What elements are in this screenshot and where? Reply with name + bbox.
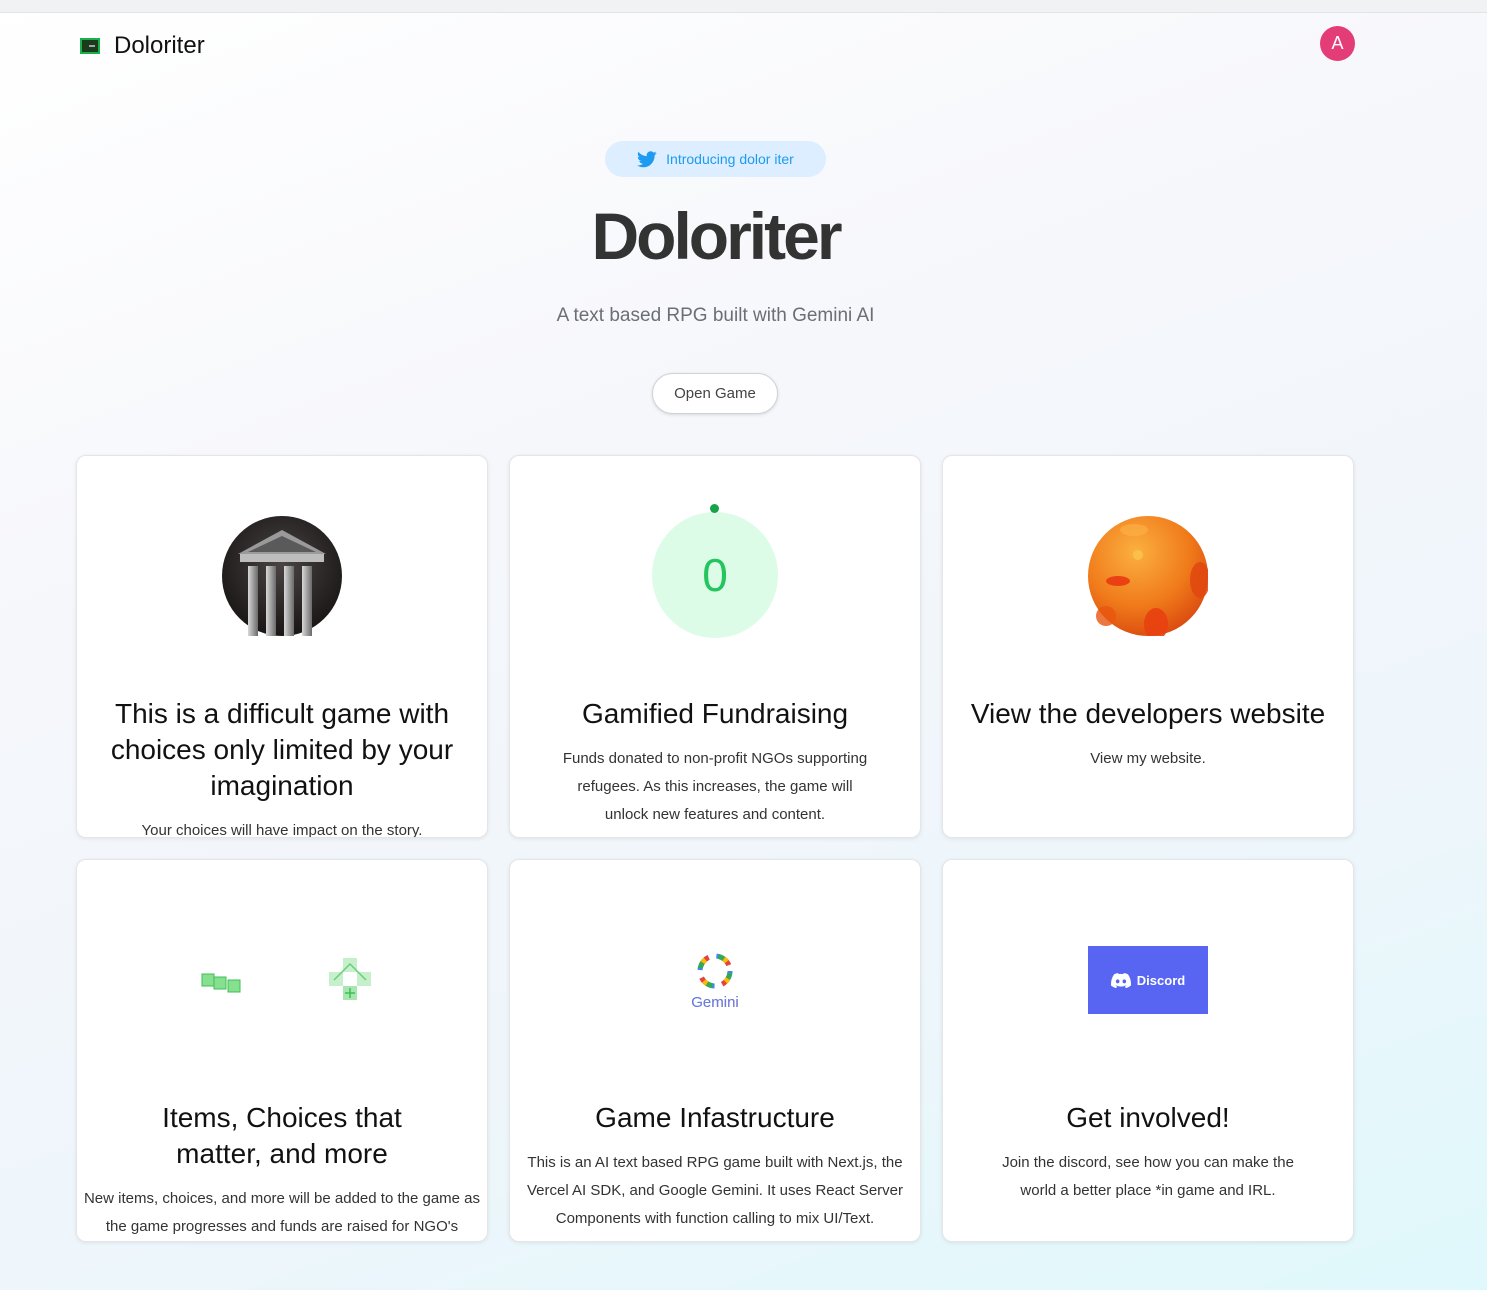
app-name: Doloriter	[114, 32, 205, 59]
announcement-badge[interactable]: Introducing dolor iter	[605, 141, 826, 177]
discord-button[interactable]: Discord	[1088, 946, 1208, 1014]
card-title: This is a difficult game with choices on…	[110, 698, 454, 801]
card-description[interactable]: View my website.	[947, 745, 1349, 773]
app-logo[interactable]: Doloriter	[80, 32, 205, 60]
open-game-button[interactable]: Open Game	[652, 373, 778, 414]
card-description: This is an AI text based RPG game built …	[526, 1154, 903, 1227]
counter-value: 0	[702, 549, 728, 601]
top-nav: Doloriter A	[0, 12, 1487, 76]
hero-subtitle: A text based RPG built with Gemini AI	[556, 305, 875, 326]
feature-card-developer-website[interactable]: View the developers website View my webs…	[942, 455, 1354, 838]
feature-card-infrastructure: Gemini Game Infastructure This is an AI …	[509, 859, 921, 1242]
twitter-icon	[637, 150, 657, 167]
card-title: Items, Choices that matter, and more	[162, 1102, 402, 1169]
feature-card-items: Items, Choices that matter, and more New…	[76, 859, 488, 1242]
discord-icon	[1110, 972, 1131, 988]
green-tiles-icon	[201, 958, 371, 1000]
badge-text: Introducing dolor iter	[666, 151, 794, 167]
card-description: New items, choices, and more will be add…	[83, 1190, 481, 1235]
logo-icon	[80, 38, 100, 54]
card-description: Funds donated to non-profit NGOs support…	[562, 750, 868, 823]
feature-card-difficulty: This is a difficult game with choices on…	[76, 455, 488, 838]
discord-label: Discord	[1136, 972, 1186, 988]
feature-card-get-involved: Discord Get involved! Join the discord, …	[942, 859, 1354, 1242]
fundraising-counter: 0	[652, 504, 778, 638]
hero-title: Doloriter	[591, 199, 842, 273]
card-title: Game Infastructure	[595, 1102, 835, 1133]
card-title: Gamified Fundraising	[581, 698, 849, 729]
card-title: View the developers website	[970, 698, 1326, 729]
user-avatar[interactable]: A	[1320, 26, 1355, 61]
card-description: Join the discord, see how you can make t…	[1002, 1154, 1294, 1199]
card-description: Your choices will have impact on the sto…	[141, 822, 423, 838]
temple-icon	[222, 516, 342, 636]
gemini-logo-text: Gemini	[691, 994, 739, 1011]
gemini-logo-icon	[697, 953, 733, 989]
feature-card-fundraising: 0 Gamified Fundraising Funds donated to …	[509, 455, 921, 838]
progress-dot	[710, 504, 719, 513]
planet-icon	[1088, 516, 1208, 636]
card-title: Get involved!	[1066, 1102, 1230, 1133]
